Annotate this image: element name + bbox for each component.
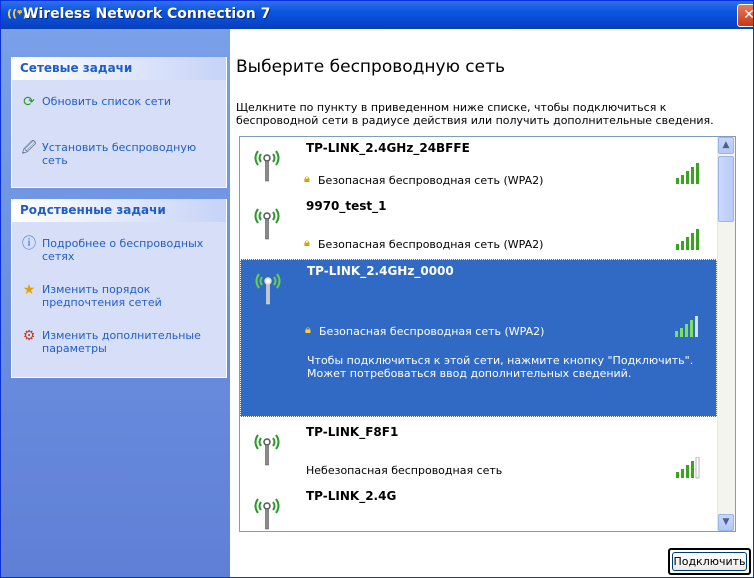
network-security: Безопасная беспроводная сеть (WPA2) [318,238,544,251]
network-item[interactable]: TP-LINK_2.4G [240,485,717,531]
network-tasks-header: Сетевые задачи [12,57,226,80]
network-ssid: TP-LINK_2.4GHz_24BFFE [306,141,470,155]
change-network-order-link[interactable]: ★ Изменить порядок предпочтения сетей [20,281,220,311]
network-list[interactable]: TP-LINK_2.4GHz_24BFFE 🔒︎ Безопасная бесп… [239,136,736,532]
wireless-antenna-icon [254,498,280,530]
scroll-down-button[interactable]: ▼ [718,514,734,531]
wireless-network-window: ((ᵠ)) Wireless Network Connection 7 ✕ Се… [0,0,754,578]
lock-icon: 🔒︎ [304,236,310,249]
network-item[interactable]: 9970_test_1 🔒︎ Безопасная беспроводная с… [240,195,717,257]
network-item[interactable]: TP-LINK_2.4GHz_24BFFE 🔒︎ Безопасная бесп… [240,137,717,193]
signal-strength-icon [676,163,699,184]
signal-strength-icon [675,525,703,532]
wireless-antenna-icon [254,208,280,240]
wizard-icon: 🖉 [21,140,37,156]
main-panel: Выберите беспроводную сеть Щелкните по п… [230,29,753,577]
wireless-antenna-icon [254,150,280,182]
network-item[interactable]: TP-LINK_F8F1 Небезопасная беспроводная с… [240,421,717,483]
scroll-up-button[interactable]: ▲ [718,137,734,154]
network-ssid: TP-LINK_2.4G [306,489,397,503]
window-title: Wireless Network Connection 7 [23,6,271,22]
page-title: Выберите беспроводную сеть [236,57,506,77]
related-tasks-header: Родственные задачи [12,199,226,222]
learn-wireless-link[interactable]: ⓘ Подробнее о беспроводных сетях [20,235,220,265]
title-bar[interactable]: ((ᵠ)) Wireless Network Connection 7 ✕ [1,1,753,29]
network-security: Небезопасная беспроводная сеть [306,464,503,477]
network-security: Безопасная беспроводная сеть (WPA2) [318,174,544,187]
star-icon: ★ [22,282,36,298]
connect-button-label: Подключить [672,552,747,571]
settings-icon: ⚙ [22,328,36,344]
wireless-antenna-icon [254,434,280,466]
refresh-icon: ⟳ [23,94,35,110]
network-ssid: TP-LINK_F8F1 [306,425,399,439]
network-item-selected[interactable]: TP-LINK_2.4GHz_0000 🔒︎ Безопасная беспро… [240,259,717,417]
setup-wireless-network-link[interactable]: 🖉 Установить беспроводную сеть [20,139,220,169]
connect-hint-text: Чтобы подключиться к этой сети, нажмите … [307,354,694,380]
lock-icon: 🔒︎ [305,323,311,336]
scroll-thumb[interactable] [718,156,734,222]
info-icon: ⓘ [22,236,36,252]
network-security: Безопасная беспроводная сеть (WPA2) [319,325,545,338]
related-tasks-panel: Родственные задачи ⓘ Подробнее о беспров… [11,199,227,378]
lock-icon: 🔒︎ [304,172,310,185]
network-ssid: TP-LINK_2.4GHz_0000 [307,264,454,278]
advanced-settings-link[interactable]: ⚙ Изменить дополнительные параметры [20,327,220,357]
close-button[interactable]: ✕ [737,4,753,27]
wireless-antenna-icon [255,273,281,305]
network-ssid: 9970_test_1 [306,199,387,213]
vertical-scrollbar[interactable]: ▲ ▼ [717,137,735,531]
instructions-text: Щелкните по пункту в приведенном ниже сп… [236,101,714,127]
task-sidebar: Сетевые задачи ⟳ Обновить список сети 🖉 … [1,29,230,577]
refresh-network-list-link[interactable]: ⟳ Обновить список сети [20,93,220,113]
signal-strength-icon [676,229,699,250]
connect-button[interactable]: Подключить [668,548,751,575]
signal-strength-icon [675,316,698,337]
signal-strength-icon [676,457,700,479]
network-tasks-panel: Сетевые задачи ⟳ Обновить список сети 🖉 … [11,57,227,188]
